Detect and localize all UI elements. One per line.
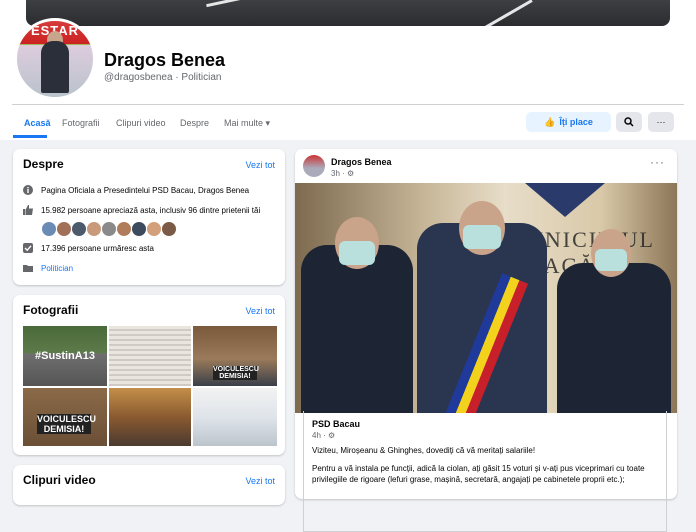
shared-text-line: Pentru a vă instala pe funcții, adică la…: [312, 464, 645, 473]
thumbs-up-icon: 👍: [544, 116, 556, 127]
header-divider: [12, 104, 684, 105]
about-likes-row: 15.982 persoane apreciază asta, inclusiv…: [23, 205, 260, 215]
photo-thumbnail[interactable]: [109, 388, 191, 446]
about-category-row[interactable]: Politician: [23, 263, 73, 273]
photo-thumbnail[interactable]: [193, 388, 277, 446]
about-description: Pagina Oficiala a Presedintelui PSD Baca…: [41, 185, 250, 195]
shared-timestamp[interactable]: 4h · ⚙: [312, 431, 335, 440]
about-followers-row: 17.396 persoane urmăresc asta: [23, 243, 154, 253]
shared-text-line: Viziteu, Miroșeanu & Ghinghes, dovediți …: [312, 446, 536, 455]
follow-check-icon: [23, 243, 33, 253]
like-page-button[interactable]: 👍 Îți place: [526, 112, 611, 132]
crest-shape: [525, 183, 605, 217]
profile-header: ESTAR Dragos Benea @dragosbenea · Politi…: [0, 18, 696, 140]
about-see-all-link[interactable]: Vezi tot: [245, 160, 275, 170]
search-icon: [624, 117, 634, 127]
post-photo[interactable]: UNICIPIUL BACĂU: [295, 183, 677, 413]
shared-author[interactable]: PSD Bacau: [312, 419, 360, 429]
post-timestamp[interactable]: 3h · ⚙: [331, 169, 354, 178]
about-category-link: Politician: [41, 263, 74, 273]
like-button-label: Îți place: [559, 117, 593, 127]
active-tab-indicator: [13, 135, 47, 138]
videos-title: Clipuri video: [23, 473, 96, 487]
profile-avatar[interactable]: ESTAR: [14, 18, 96, 100]
photo-thumbnail[interactable]: [109, 326, 191, 386]
cover-area: [0, 0, 696, 26]
photo-thumbnail[interactable]: VOICULESCU DEMISIA!: [23, 388, 107, 446]
friends-avatars[interactable]: [41, 221, 177, 237]
post-author-avatar[interactable]: [303, 155, 325, 177]
info-icon: [23, 185, 33, 195]
videos-card: Clipuri video Vezi tot: [13, 465, 285, 505]
person-right: [557, 263, 671, 413]
photos-card: Fotografii Vezi tot #SustinA13 VOICULESC…: [13, 295, 285, 455]
tab-more[interactable]: Mai multe ▾: [224, 118, 270, 129]
about-likes-text: 15.982 persoane apreciază asta, inclusiv…: [41, 205, 261, 215]
tab-photos[interactable]: Fotografii: [62, 118, 100, 128]
about-description-row: Pagina Oficiala a Presedintelui PSD Baca…: [23, 185, 249, 195]
page-subtitle: @dragosbenea · Politician: [104, 72, 222, 83]
photos-title: Fotografii: [23, 303, 79, 317]
tab-videos[interactable]: Clipuri video: [116, 118, 166, 128]
photo-thumbnail[interactable]: VOICULESCU DEMISIA!: [193, 326, 277, 386]
search-button[interactable]: [616, 112, 642, 132]
about-card: Despre Vezi tot Pagina Oficiala a Presed…: [13, 149, 285, 285]
folder-icon: [23, 265, 33, 272]
shared-text-line: privilegiile de rigoare (lefuri grase, m…: [312, 475, 625, 484]
post-options-icon[interactable]: ···: [650, 155, 665, 169]
videos-see-all-link[interactable]: Vezi tot: [245, 476, 275, 486]
photo-thumbnail[interactable]: #SustinA13: [23, 326, 107, 386]
post-card: Dragos Benea 3h · ⚙ ··· UNICIPIUL BACĂU …: [295, 149, 677, 532]
tab-about[interactable]: Despre: [180, 118, 209, 128]
more-options-button[interactable]: ···: [648, 112, 674, 132]
post-author-name[interactable]: Dragos Benea: [331, 157, 392, 167]
more-dots-icon: ···: [656, 117, 666, 127]
thumbs-up-icon: [23, 205, 33, 215]
photos-see-all-link[interactable]: Vezi tot: [245, 306, 275, 316]
tab-home[interactable]: Acasă: [24, 118, 51, 128]
cover-photo[interactable]: [26, 0, 670, 26]
shared-post[interactable]: PSD Bacau 4h · ⚙ Viziteu, Miroșeanu & Gh…: [303, 411, 667, 532]
about-followers-text: 17.396 persoane urmăresc asta: [41, 243, 154, 253]
about-title: Despre: [23, 157, 64, 171]
page-title: Dragos Benea: [104, 50, 226, 70]
person-left: [301, 245, 413, 413]
